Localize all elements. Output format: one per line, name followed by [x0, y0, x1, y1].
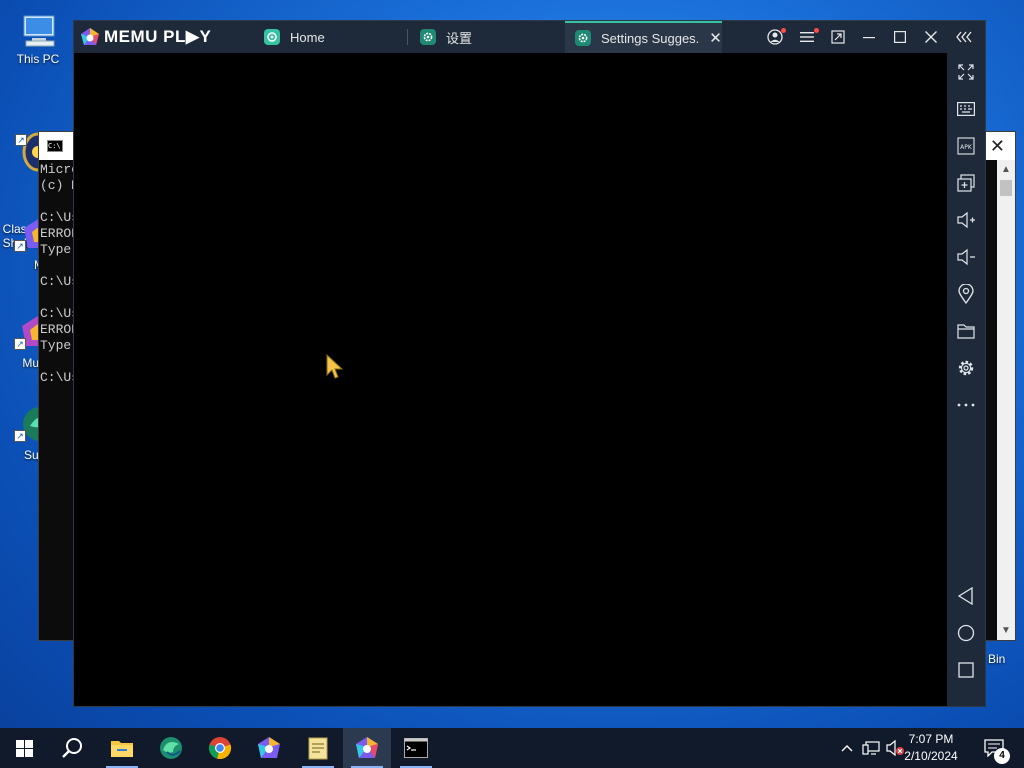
- memu-sidebar: APK: [947, 53, 985, 706]
- desktop-icon-this-pc[interactable]: This PC: [2, 10, 74, 66]
- clock-date: 2/10/2024: [904, 749, 958, 763]
- more-icon[interactable]: [951, 390, 981, 420]
- close-icon[interactable]: [916, 21, 946, 53]
- memu-logo-text: MEMU PL▶Y: [104, 27, 212, 46]
- maximize-icon[interactable]: [885, 21, 915, 53]
- memu-icon: [356, 737, 378, 758]
- keyboard-mapping-icon[interactable]: [951, 94, 981, 124]
- memu-multi-button[interactable]: [245, 728, 293, 768]
- edge-button[interactable]: [147, 728, 195, 768]
- chrome-button[interactable]: [196, 728, 244, 768]
- cmd-close-icon[interactable]: ✕: [990, 136, 1005, 157]
- search-icon: [62, 738, 82, 758]
- home-icon[interactable]: [951, 618, 981, 648]
- search-button[interactable]: [48, 728, 96, 768]
- edge-icon: [160, 737, 182, 759]
- fullscreen-icon[interactable]: [951, 57, 981, 87]
- notification-count-badge: 4: [994, 748, 1010, 764]
- memu-logo: MEMU PL▶Y: [80, 27, 211, 47]
- shortcut-arrow-icon: ↗: [14, 430, 26, 442]
- back-icon[interactable]: [951, 581, 981, 611]
- scroll-down-icon[interactable]: ▼: [1001, 625, 1011, 636]
- notification-dot: [781, 28, 786, 33]
- notepad-button[interactable]: [294, 728, 342, 768]
- taskbar: 7:07 PM 2/10/2024 4: [0, 728, 1024, 768]
- cmd-icon: [404, 738, 428, 758]
- this-pc-icon: [23, 15, 55, 47]
- scroll-up-icon[interactable]: ▲: [1001, 164, 1011, 175]
- apk-install-icon[interactable]: APK: [951, 131, 981, 161]
- multi-window-icon[interactable]: [951, 168, 981, 198]
- chrome-icon: [208, 737, 232, 760]
- memu-titlebar[interactable]: MEMU PL▶Y Home 设置 Settings Sugges. ✕: [74, 21, 985, 53]
- cmd-window-icon: C:\: [47, 140, 63, 152]
- tab-label: Home: [290, 29, 325, 45]
- emulator-screen[interactable]: [74, 53, 946, 706]
- settings-app-icon: [575, 30, 591, 46]
- tab-label: Settings Sugges.: [601, 30, 700, 46]
- shortcut-arrow-icon: ↗: [15, 134, 27, 146]
- location-icon[interactable]: [951, 279, 981, 309]
- shortcut-arrow-icon: ↗: [14, 338, 26, 350]
- clock-time: 7:07 PM: [908, 732, 954, 746]
- tab-home[interactable]: Home: [254, 21, 404, 53]
- screen-fit-icon[interactable]: [823, 21, 853, 53]
- menu-icon[interactable]: [792, 21, 822, 53]
- account-icon[interactable]: [760, 21, 790, 53]
- minimize-icon[interactable]: [854, 21, 884, 53]
- recents-icon[interactable]: [951, 655, 981, 685]
- show-hidden-icons-icon[interactable]: [837, 738, 857, 758]
- settings-app-icon: [420, 29, 436, 45]
- shared-folder-icon[interactable]: [951, 316, 981, 346]
- tab-close-icon[interactable]: ✕: [709, 29, 722, 47]
- tab-separator: [407, 29, 408, 45]
- memu-logo-icon: [81, 28, 99, 45]
- settings-icon[interactable]: [951, 353, 981, 383]
- mouse-cursor-icon: [326, 353, 344, 379]
- shortcut-arrow-icon: ↗: [14, 240, 26, 252]
- tab-settings-suggestions[interactable]: Settings Sugges. ✕: [565, 21, 722, 53]
- network-icon[interactable]: [861, 738, 881, 758]
- notification-dot: [814, 28, 819, 33]
- scroll-thumb[interactable]: [1000, 180, 1012, 196]
- system-clock[interactable]: 7:07 PM 2/10/2024: [896, 731, 966, 765]
- notepad-icon: [308, 737, 328, 760]
- tab-settings-cn[interactable]: 设置: [410, 21, 560, 53]
- file-explorer-button[interactable]: [98, 728, 146, 768]
- volume-down-icon[interactable]: [951, 242, 981, 272]
- cmd-scrollbar[interactable]: ▲ ▼: [997, 160, 1015, 640]
- desktop-icon-label: This PC: [16, 52, 60, 66]
- volume-up-icon[interactable]: [951, 205, 981, 235]
- memu-window[interactable]: MEMU PL▶Y Home 设置 Settings Sugges. ✕ APK: [73, 20, 986, 707]
- svg-text:APK: APK: [960, 144, 973, 151]
- cmd-button[interactable]: [392, 728, 440, 768]
- tab-label: 设置: [446, 30, 473, 46]
- memu-home-icon: [264, 29, 280, 45]
- start-button[interactable]: [0, 728, 48, 768]
- file-explorer-icon: [111, 741, 133, 757]
- windows-start-icon: [15, 739, 33, 757]
- memu-button[interactable]: [343, 728, 391, 768]
- memu-multi-icon: [258, 737, 280, 758]
- collapse-sidebar-icon[interactable]: [950, 21, 980, 53]
- recycle-bin-label[interactable]: Bin: [988, 652, 1005, 666]
